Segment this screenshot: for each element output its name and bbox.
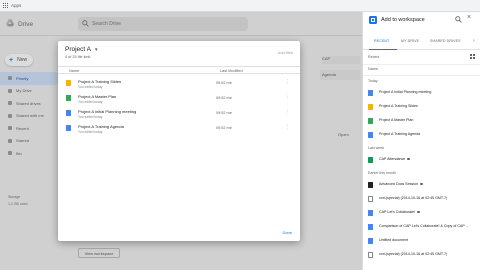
- workspace-title[interactable]: Project A ▼: [65, 46, 98, 53]
- column-name[interactable]: Name: [69, 69, 79, 73]
- docs-icon: [368, 89, 373, 96]
- storage-info: Storage 1.2 GB used: [8, 194, 28, 206]
- document-icon: [368, 195, 373, 202]
- grid-view-icon[interactable]: [470, 54, 475, 59]
- docs-icon: [368, 223, 373, 230]
- workspace-logo-icon: [369, 16, 377, 24]
- search-icon[interactable]: [455, 16, 462, 23]
- shared-drives-icon: [8, 101, 12, 106]
- list-item[interactable]: vori-(special) (2014-10-16 at 02:45 GMT-…: [363, 192, 480, 206]
- shared-icon: [407, 157, 411, 161]
- list-item[interactable]: Project A Master Plan: [363, 114, 480, 128]
- workspace-dialog: Project A ▼ 4 of 25 file limit Add files…: [58, 41, 300, 241]
- list-item[interactable]: Project A Training Agenda: [363, 128, 480, 142]
- nav-item-starred[interactable]: Starred: [0, 135, 60, 148]
- document-icon: [368, 251, 373, 258]
- section-earlier-this-month: Earlier this month: [368, 171, 396, 175]
- tab-recent[interactable]: RECENT: [374, 39, 389, 43]
- list-item[interactable]: Advanced Docs Session: [363, 178, 480, 192]
- table-header: Name Last Modified: [58, 66, 300, 74]
- nav-item-shared-with-me[interactable]: Shared with me: [0, 110, 60, 123]
- background-file-label: Opzm: [338, 132, 349, 137]
- list-item[interactable]: Untitled document: [363, 234, 480, 248]
- drive-search-input[interactable]: Search Drive: [78, 17, 248, 31]
- drive-logo-icon: [6, 19, 14, 27]
- star-icon: [8, 138, 12, 143]
- sheets-icon: [368, 117, 373, 124]
- panel-tabs: RECENT MY DRIVE SHARED DRIVES: [363, 36, 480, 50]
- shared-icon: [417, 210, 421, 214]
- docs-icon: [368, 237, 373, 244]
- search-icon: [82, 20, 89, 27]
- active-tab-indicator: [369, 48, 397, 50]
- file-limit-text: 4 of 25 file limit: [65, 55, 91, 59]
- shared-icon: [419, 182, 423, 186]
- new-button[interactable]: + New: [5, 54, 33, 66]
- panel-title: Add to workspace: [381, 17, 425, 23]
- sheets-icon: [66, 95, 71, 101]
- nav-item-recent[interactable]: Recent: [0, 122, 60, 135]
- dropdown-caret-icon[interactable]: ▼: [94, 47, 98, 52]
- nav-item-my-drive[interactable]: My Drive: [0, 85, 60, 98]
- add-files-button[interactable]: Add files: [278, 50, 293, 55]
- search-placeholder: Search Drive: [92, 21, 121, 27]
- sort-label[interactable]: Recent: [368, 55, 379, 59]
- table-row[interactable]: Project A Training Agenda You edited tod…: [58, 122, 300, 137]
- docs-icon: [368, 131, 373, 138]
- chevron-right-icon[interactable]: ›: [473, 38, 475, 44]
- clock-icon: [8, 126, 12, 131]
- apps-label[interactable]: Apps: [11, 3, 21, 8]
- more-options-icon[interactable]: ⋮: [285, 79, 290, 85]
- view-workspace-button[interactable]: View workspace: [78, 248, 120, 258]
- forms-icon: [368, 156, 373, 163]
- my-drive-icon: [8, 88, 12, 93]
- bin-icon: [8, 151, 12, 156]
- divider: [363, 75, 480, 76]
- priority-icon: [8, 76, 12, 81]
- table-row[interactable]: Project A Master Plan You edited today 0…: [58, 92, 300, 107]
- plus-icon: +: [9, 56, 14, 64]
- apps-grid-icon[interactable]: [3, 3, 8, 8]
- table-row[interactable]: Project A Training Slides You edited tod…: [58, 77, 300, 92]
- nav-item-priority[interactable]: Priority: [0, 72, 60, 85]
- drive-nav: Priority My Drive Shared drives Shared w…: [0, 72, 60, 208]
- slides-icon: [368, 103, 373, 110]
- slides-icon: [66, 80, 71, 86]
- nav-item-bin[interactable]: Bin: [0, 147, 60, 160]
- list-item[interactable]: vori-(special) (2014-10-16 at 02:45 GMT-…: [363, 248, 480, 262]
- shared-with-me-icon: [8, 113, 12, 118]
- list-item[interactable]: Comparison of CAP Let's Collaborate! & C…: [363, 220, 480, 234]
- close-icon[interactable]: ×: [467, 14, 471, 21]
- divider: [363, 64, 480, 65]
- list-item[interactable]: CAP Let's Collaborate!: [363, 206, 480, 220]
- list-item[interactable]: Project A Initial Planning meeting: [363, 86, 480, 100]
- section-last-week: Last week: [368, 146, 385, 150]
- list-item[interactable]: Project A Training Slides: [363, 100, 480, 114]
- more-options-icon[interactable]: ⋮: [285, 124, 290, 130]
- browser-bookmarks-bar: Apps: [0, 0, 480, 12]
- nav-item-shared-drives[interactable]: Shared drives: [0, 97, 60, 110]
- tab-my-drive[interactable]: MY DRIVE: [401, 39, 419, 43]
- name-header[interactable]: Name: [368, 67, 378, 71]
- panel-header: Add to workspace ×: [363, 12, 480, 28]
- docs-icon: [66, 125, 71, 131]
- list-item[interactable]: CAP Attendance: [363, 153, 480, 167]
- tab-shared-drives[interactable]: SHARED DRIVES: [430, 39, 461, 43]
- more-options-icon[interactable]: ⋮: [285, 109, 290, 115]
- sort-row: Recent: [363, 52, 480, 64]
- column-last-modified[interactable]: Last Modified: [220, 69, 243, 73]
- background-file-card: CAP: [322, 56, 360, 64]
- done-button[interactable]: Done: [282, 230, 292, 235]
- background-file-tile: Agenda: [320, 70, 360, 80]
- drive-title: Drive: [18, 21, 34, 28]
- docs-icon: [368, 209, 373, 216]
- add-to-workspace-panel: Add to workspace × RECENT MY DRIVE SHARE…: [362, 12, 480, 270]
- table-row[interactable]: Project A Initial Planning meeting You e…: [58, 107, 300, 122]
- file-thumbnail-icon: [368, 181, 373, 188]
- section-today: Today: [368, 79, 378, 83]
- docs-icon: [66, 110, 71, 116]
- more-options-icon[interactable]: ⋮: [285, 94, 290, 100]
- file-list: Project A Training Slides You edited tod…: [58, 77, 300, 137]
- drive-header: Drive Search Drive: [0, 12, 362, 36]
